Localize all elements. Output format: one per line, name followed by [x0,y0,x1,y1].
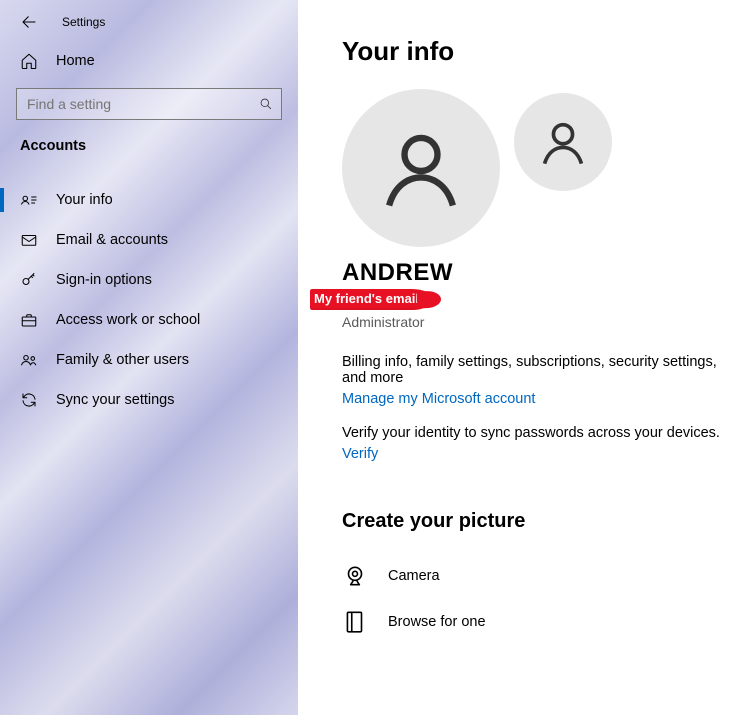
search-input[interactable] [16,88,282,120]
back-button[interactable] [20,12,40,32]
sidebar-item-label: Sign-in options [56,272,152,288]
option-browse-label: Browse for one [388,614,486,630]
camera-icon [342,563,368,589]
billing-text: Billing info, family settings, subscript… [342,354,722,386]
option-browse[interactable]: Browse for one [342,599,750,645]
avatar-row [342,89,750,247]
sidebar: Settings Home Accounts Your info Email & [0,0,298,715]
page-title: Your info [342,36,750,67]
sidebar-item-email-accounts[interactable]: Email & accounts [0,220,298,260]
verify-link[interactable]: Verify [342,446,378,462]
search-field[interactable] [27,96,259,112]
sidebar-item-label: Family & other users [56,352,189,368]
user-name: ANDREW [342,259,750,287]
nav-home[interactable]: Home [0,42,298,80]
briefcase-icon [20,311,38,329]
arrow-left-icon [20,13,38,31]
option-camera[interactable]: Camera [342,553,750,599]
app-title: Settings [62,15,105,29]
sidebar-item-label: Sync your settings [56,392,174,408]
person-icon [376,123,466,213]
avatar-current[interactable] [342,89,500,247]
sidebar-item-label: Email & accounts [56,232,168,248]
avatar-previous[interactable] [514,93,612,191]
sidebar-item-signin-options[interactable]: Sign-in options [0,260,298,300]
user-role: Administrator [342,314,750,330]
sidebar-item-label: Your info [56,192,113,208]
sidebar-section-label: Accounts [0,134,298,164]
browse-icon [342,609,368,635]
home-icon [20,52,38,70]
key-icon [20,271,38,289]
window-topbar: Settings [0,8,298,42]
search-container [0,80,298,134]
person-card-icon [20,191,38,209]
search-icon [259,97,273,111]
option-camera-label: Camera [388,568,440,584]
sidebar-item-your-info[interactable]: Your info [0,180,298,220]
redacted-email: My friend's email [310,289,433,310]
verify-text: Verify your identity to sync passwords a… [342,425,722,441]
sidebar-nav: Your info Email & accounts Sign-in optio… [0,180,298,420]
person-icon [537,116,589,168]
main-content: Your info ANDREW My friend's email Admin… [298,0,750,715]
sidebar-item-sync-settings[interactable]: Sync your settings [0,380,298,420]
sidebar-item-work-school[interactable]: Access work or school [0,300,298,340]
sidebar-item-label: Access work or school [56,312,200,328]
people-icon [20,351,38,369]
manage-account-link[interactable]: Manage my Microsoft account [342,391,535,407]
sync-icon [20,391,38,409]
nav-home-label: Home [56,53,95,69]
mail-icon [20,231,38,249]
picture-heading: Create your picture [342,510,750,533]
sidebar-item-family-users[interactable]: Family & other users [0,340,298,380]
